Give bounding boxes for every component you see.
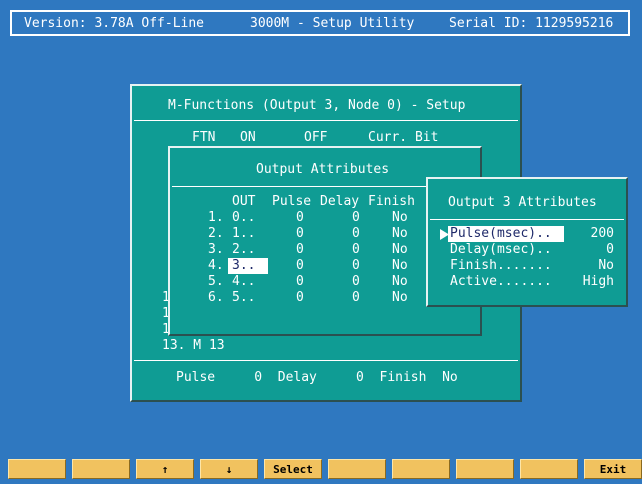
function-key-bar: ↑ ↓ Select Exit (0, 455, 642, 484)
row-pulse: 0 (296, 226, 304, 241)
title-divider (134, 120, 518, 121)
m-functions-summary: Pulse 0 Delay 0 Finish No (176, 370, 458, 385)
row-index: 6. (208, 290, 224, 305)
exit-button[interactable]: Exit (584, 459, 642, 479)
col-off: OFF (304, 130, 328, 145)
row-pulse: 0 (296, 210, 304, 225)
list-item-m13[interactable]: 13. M 13 (162, 338, 225, 354)
row-out: 5.. (232, 290, 256, 305)
delay-label: Delay(msec).. (450, 242, 552, 257)
delay-value: 0 (606, 242, 614, 257)
row-index: 2. (208, 226, 224, 241)
title-divider (430, 219, 624, 220)
row-delay: 0 (352, 242, 360, 257)
row-delay: 0 (352, 274, 360, 289)
active-label: Active....... (450, 274, 552, 289)
field-active[interactable]: Active....... High (438, 274, 626, 290)
f1-key[interactable] (8, 459, 66, 479)
row-delay: 0 (352, 290, 360, 305)
row-out: 2.. (232, 242, 256, 257)
output-3-attributes-dialog: Output 3 Attributes Pulse(msec).. 200 De… (426, 177, 628, 307)
row-finish: No (392, 290, 408, 305)
row-delay: 0 (352, 258, 360, 273)
col-finish: Finish (368, 194, 415, 209)
app-title: 3000M - Setup Utility (250, 16, 415, 31)
row-finish: No (392, 242, 408, 257)
finish-value: No (598, 258, 614, 273)
row-index: 5. (208, 274, 224, 289)
row-pulse: 0 (296, 258, 304, 273)
row-out: 0.. (232, 210, 256, 225)
f8-key[interactable] (456, 459, 514, 479)
col-on: ON (240, 130, 256, 145)
finish-label: Finish....... (450, 258, 552, 273)
row-delay: 0 (352, 226, 360, 241)
col-delay: Delay (320, 194, 360, 209)
active-value: High (582, 274, 614, 289)
row-finish: No (392, 258, 408, 273)
version-label: Version: 3.78A Off-Line (24, 16, 205, 31)
f2-key[interactable] (72, 459, 130, 479)
pulse-label[interactable]: Pulse(msec).. (448, 226, 564, 242)
row-finish: No (392, 210, 408, 225)
row-out: 4.. (232, 274, 256, 289)
col-ftn: FTN (192, 130, 216, 145)
row-out: 1.. (232, 226, 256, 241)
output-3-title: Output 3 Attributes (448, 195, 597, 210)
f6-key[interactable] (328, 459, 386, 479)
field-delay[interactable]: Delay(msec).. 0 (438, 242, 626, 258)
title-bar: Version: 3.78A Off-Line 3000M - Setup Ut… (10, 10, 630, 36)
down-arrow-button[interactable]: ↓ (200, 459, 258, 479)
row-index: 3. (208, 242, 224, 257)
row-delay: 0 (352, 210, 360, 225)
field-finish[interactable]: Finish....... No (438, 258, 626, 274)
serial-id: Serial ID: 1129595216 (449, 16, 614, 31)
row-finish: No (392, 274, 408, 289)
row-pulse: 0 (296, 242, 304, 257)
f7-key[interactable] (392, 459, 450, 479)
row-pulse: 0 (296, 274, 304, 289)
row-finish: No (392, 226, 408, 241)
field-pulse[interactable]: Pulse(msec).. 200 (438, 226, 626, 242)
col-out: OUT (232, 194, 256, 209)
row-out-selected[interactable]: 3.. (228, 258, 268, 274)
row-pulse: 0 (296, 290, 304, 305)
col-curr-bit: Curr. Bit (368, 130, 439, 145)
m-functions-title: M-Functions (Output 3, Node 0) - Setup (168, 98, 466, 113)
select-button[interactable]: Select (264, 459, 322, 479)
pulse-value: 200 (590, 226, 614, 241)
f9-key[interactable] (520, 459, 578, 479)
row-index: 4. (208, 258, 224, 273)
footer-divider (134, 360, 518, 361)
col-pulse: Pulse (272, 194, 312, 209)
up-arrow-button[interactable]: ↑ (136, 459, 194, 479)
row-index: 1. (208, 210, 224, 225)
output-attributes-title: Output Attributes (256, 162, 390, 177)
